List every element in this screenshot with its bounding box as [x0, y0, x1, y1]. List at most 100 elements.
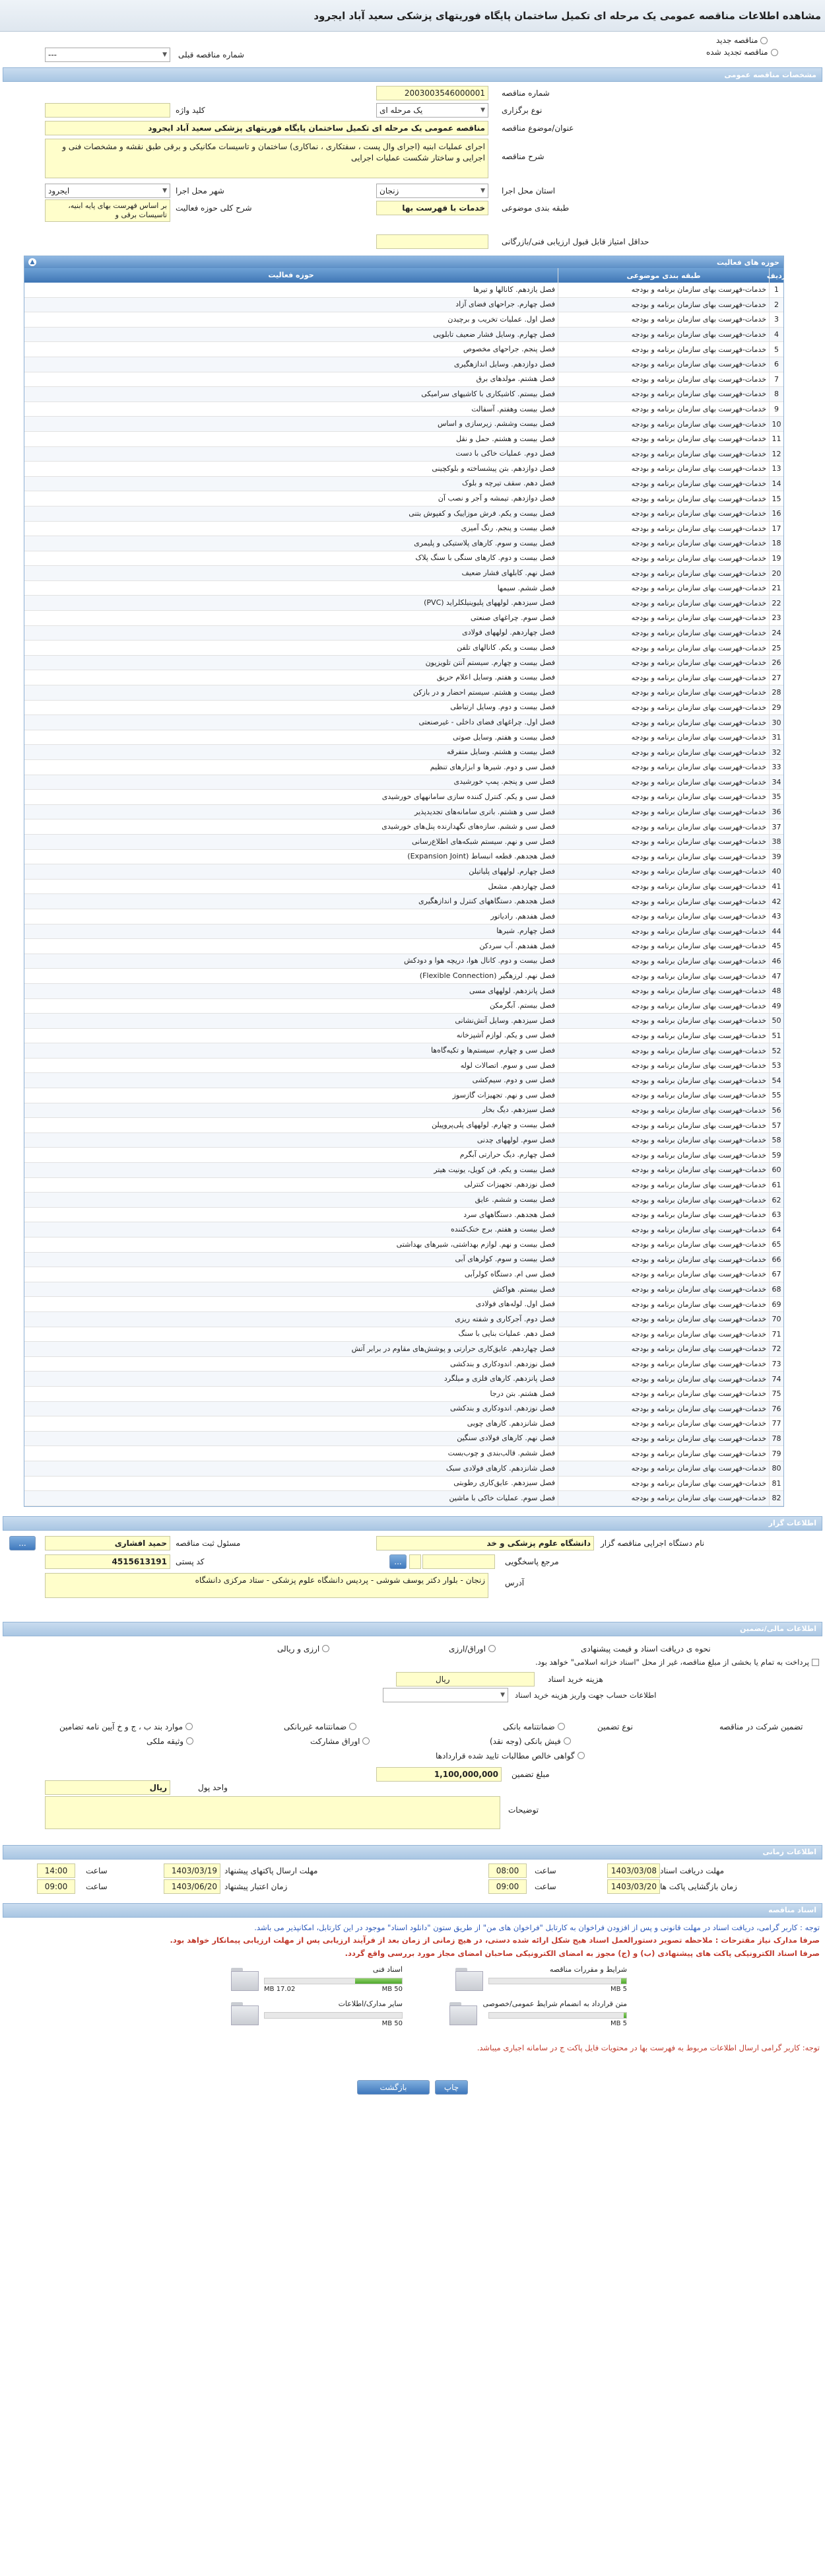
- table-row[interactable]: 74 خدمات-فهرست بهای سازمان برنامه و بودجه…: [24, 1372, 783, 1387]
- notes-field[interactable]: [45, 1795, 500, 1829]
- table-row[interactable]: 6 خدمات-فهرست بهای سازمان برنامه و بودجه ف…: [24, 357, 783, 372]
- table-row[interactable]: 50 خدمات-فهرست بهای سازمان برنامه و بودجه…: [24, 1014, 783, 1029]
- table-row[interactable]: 56 خدمات-فهرست بهای سازمان برنامه و بودجه…: [24, 1103, 783, 1119]
- table-row[interactable]: 48 خدمات-فهرست بهای سازمان برنامه و بودجه…: [24, 983, 783, 999]
- table-row[interactable]: 64 خدمات-فهرست بهای سازمان برنامه و بودجه…: [24, 1222, 783, 1237]
- table-row[interactable]: 1 خدمات-فهرست بهای سازمان برنامه و بودجه ف…: [24, 283, 783, 298]
- doc-item[interactable]: سایر مدارک/اطلاعات 50 MB: [198, 2000, 403, 2027]
- table-row[interactable]: 69 خدمات-فهرست بهای سازمان برنامه و بودجه…: [24, 1297, 783, 1312]
- table-row[interactable]: 28 خدمات-فهرست بهای سازمان برنامه و بودجه…: [24, 685, 783, 701]
- renewed-tender-radio[interactable]: مناقصه تجدید شده: [706, 48, 778, 57]
- table-row[interactable]: 75 خدمات-فهرست بهای سازمان برنامه و بودجه…: [24, 1386, 783, 1402]
- col-class[interactable]: طبقه بندی موضوعی: [558, 268, 769, 283]
- table-row[interactable]: 53 خدمات-فهرست بهای سازمان برنامه و بودجه…: [24, 1058, 783, 1074]
- table-row[interactable]: 33 خدمات-فهرست بهای سازمان برنامه و بودجه…: [24, 760, 783, 775]
- table-row[interactable]: 19 خدمات-فهرست بهای سازمان برنامه و بودجه…: [24, 551, 783, 567]
- table-row[interactable]: 67 خدمات-فهرست بهای سازمان برنامه و بودجه…: [24, 1267, 783, 1282]
- table-row[interactable]: 60 خدمات-فهرست بهای سازمان برنامه و بودجه…: [24, 1163, 783, 1178]
- table-row[interactable]: 11 خدمات-فهرست بهای سازمان برنامه و بودجه…: [24, 431, 783, 447]
- keyword-field[interactable]: [45, 103, 170, 118]
- table-row[interactable]: 14 خدمات-فهرست بهای سازمان برنامه و بودجه…: [24, 476, 783, 492]
- table-row[interactable]: 22 خدمات-فهرست بهای سازمان برنامه و بودجه…: [24, 596, 783, 611]
- table-row[interactable]: 61 خدمات-فهرست بهای سازمان برنامه و بودجه…: [24, 1177, 783, 1193]
- table-row[interactable]: 51 خدمات-فهرست بهای سازمان برنامه و بودجه…: [24, 1028, 783, 1044]
- pay-note-checkbox[interactable]: [812, 1658, 819, 1668]
- reference-field[interactable]: [422, 1554, 495, 1569]
- validity-time[interactable]: 09:00: [37, 1879, 75, 1894]
- table-row[interactable]: 40 خدمات-فهرست بهای سازمان برنامه و بودجه…: [24, 864, 783, 880]
- table-row[interactable]: 31 خدمات-فهرست بهای سازمان برنامه و بودجه…: [24, 730, 783, 746]
- table-row[interactable]: 72 خدمات-فهرست بهای سازمان برنامه و بودجه…: [24, 1342, 783, 1357]
- receive-paper-radio[interactable]: اوراق/ارزی: [449, 1644, 496, 1654]
- table-row[interactable]: 55 خدمات-فهرست بهای سازمان برنامه و بودجه…: [24, 1088, 783, 1103]
- table-row[interactable]: 63 خدمات-فهرست بهای سازمان برنامه و بودجه…: [24, 1207, 783, 1223]
- g-nonbank-checkbox[interactable]: ضمانتنامه غیربانکی: [284, 1722, 357, 1731]
- table-row[interactable]: 18 خدمات-فهرست بهای سازمان برنامه و بودجه…: [24, 536, 783, 551]
- table-row[interactable]: 2 خدمات-فهرست بهای سازمان برنامه و بودجه ف…: [24, 297, 783, 313]
- table-row[interactable]: 76 خدمات-فهرست بهای سازمان برنامه و بودجه…: [24, 1401, 783, 1417]
- table-row[interactable]: 12 خدمات-فهرست بهای سازمان برنامه و بودجه…: [24, 446, 783, 462]
- table-row[interactable]: 59 خدمات-فهرست بهای سازمان برنامه و بودجه…: [24, 1148, 783, 1164]
- g-bank-checkbox[interactable]: ضمانتنامه بانکی: [503, 1722, 565, 1731]
- table-row[interactable]: 52 خدمات-فهرست بهای سازمان برنامه و بودجه…: [24, 1043, 783, 1059]
- table-row[interactable]: 81 خدمات-فهرست بهای سازمان برنامه و بودجه…: [24, 1476, 783, 1492]
- table-row[interactable]: 78 خدمات-فهرست بهای سازمان برنامه و بودجه…: [24, 1431, 783, 1447]
- submit-deadline-date[interactable]: 1403/03/19: [164, 1863, 220, 1878]
- open-time[interactable]: 09:00: [488, 1879, 527, 1894]
- folder-icon[interactable]: [230, 2000, 259, 2026]
- table-row[interactable]: 20 خدمات-فهرست بهای سازمان برنامه و بودجه…: [24, 566, 783, 581]
- table-row[interactable]: 34 خدمات-فهرست بهای سازمان برنامه و بودجه…: [24, 775, 783, 790]
- table-row[interactable]: 39 خدمات-فهرست بهای سازمان برنامه و بودجه…: [24, 849, 783, 865]
- doc-item[interactable]: اسناد فنی 50 MB 17.02 MB: [198, 1965, 403, 1993]
- col-rad[interactable]: ردیف: [767, 268, 786, 283]
- table-row[interactable]: 71 خدمات-فهرست بهای سازمان برنامه و بودجه…: [24, 1327, 783, 1342]
- receive-deadline-time[interactable]: 08:00: [488, 1863, 527, 1878]
- g-claims-checkbox[interactable]: گواهی خالص مطالبات تایید شده قراردادها: [436, 1751, 585, 1760]
- reference-code[interactable]: [409, 1554, 421, 1569]
- table-row[interactable]: 4 خدمات-فهرست بهای سازمان برنامه و بودجه ف…: [24, 327, 783, 343]
- responsible-field[interactable]: حمید افشاری: [45, 1535, 170, 1550]
- table-row[interactable]: 54 خدمات-فهرست بهای سازمان برنامه و بودجه…: [24, 1073, 783, 1089]
- responsible-lookup-button[interactable]: ...: [9, 1535, 36, 1550]
- unit-field[interactable]: ریال: [45, 1780, 170, 1795]
- table-row[interactable]: 43 خدمات-فهرست بهای سازمان برنامه و بودجه…: [24, 909, 783, 924]
- table-row[interactable]: 30 خدمات-فهرست بهای سازمان برنامه و بودجه…: [24, 715, 783, 730]
- prev-number-select[interactable]: ▼ ---: [45, 48, 170, 62]
- table-row[interactable]: 82 خدمات-فهرست بهای سازمان برنامه و بودجه…: [24, 1491, 783, 1506]
- table-row[interactable]: 38 خدمات-فهرست بهای سازمان برنامه و بودجه…: [24, 834, 783, 850]
- table-row[interactable]: 10 خدمات-فهرست بهای سازمان برنامه و بودجه…: [24, 417, 783, 432]
- device-field[interactable]: دانشگاه علوم پزشکی و خد: [376, 1535, 594, 1550]
- folder-icon[interactable]: [230, 1965, 259, 1992]
- table-row[interactable]: 25 خدمات-فهرست بهای سازمان برنامه و بودجه…: [24, 641, 783, 656]
- table-row[interactable]: 41 خدمات-فهرست بهای سازمان برنامه و بودجه…: [24, 879, 783, 895]
- back-button[interactable]: بازگشت: [357, 2079, 430, 2095]
- doc-item[interactable]: شرایط و مقررات مناقصه 5 MB: [422, 1965, 627, 1993]
- table-row[interactable]: 37 خدمات-فهرست بهای سازمان برنامه و بودجه…: [24, 819, 783, 835]
- field-summary[interactable]: بر اساس فهرست بهای پایه ابنیه، تاسیسات ب…: [45, 199, 170, 222]
- collapse-icon[interactable]: ▲: [28, 258, 36, 266]
- folder-icon[interactable]: [454, 1965, 483, 1992]
- table-row[interactable]: 68 خدمات-فهرست بهای سازمان برنامه و بودجه…: [24, 1282, 783, 1298]
- table-row[interactable]: 70 خدمات-فهرست بهای سازمان برنامه و بودجه…: [24, 1311, 783, 1327]
- table-row[interactable]: 13 خدمات-فهرست بهای سازمان برنامه و بودجه…: [24, 462, 783, 477]
- table-row[interactable]: 8 خدمات-فهرست بهای سازمان برنامه و بودجه ف…: [24, 387, 783, 402]
- min-score-field[interactable]: [376, 234, 488, 249]
- amount-field[interactable]: 1,100,000,000: [376, 1766, 502, 1782]
- table-row[interactable]: 58 خدمات-فهرست بهای سازمان برنامه و بودجه…: [24, 1132, 783, 1148]
- cost-field[interactable]: [396, 1671, 535, 1687]
- g-cash-checkbox[interactable]: فیش بانکی (وجه نقد): [490, 1737, 571, 1746]
- postal-field[interactable]: 4515613191: [45, 1554, 170, 1569]
- address-field[interactable]: زنجان - بلوار دکتر یوسف شوشی - پردیس دان…: [45, 1572, 488, 1598]
- open-date[interactable]: 1403/03/20: [607, 1879, 660, 1894]
- print-button[interactable]: چاپ: [435, 2079, 468, 2095]
- table-row[interactable]: 29 خدمات-فهرست بهای سازمان برنامه و بودجه…: [24, 700, 783, 716]
- new-tender-radio[interactable]: مناقصه جدید: [716, 36, 768, 45]
- table-row[interactable]: 46 خدمات-فهرست بهای سازمان برنامه و بودجه…: [24, 954, 783, 969]
- g-clause-checkbox[interactable]: موارد بند ب ، ج و خ آیین نامه تضامین: [59, 1722, 193, 1731]
- province-select[interactable]: ▼ زنجان: [376, 184, 488, 198]
- table-row[interactable]: 77 خدمات-فهرست بهای سازمان برنامه و بودجه…: [24, 1416, 783, 1432]
- table-row[interactable]: 57 خدمات-فهرست بهای سازمان برنامه و بودجه…: [24, 1118, 783, 1133]
- validity-date[interactable]: 1403/06/20: [164, 1879, 220, 1894]
- table-row[interactable]: 27 خدمات-فهرست بهای سازمان برنامه و بودجه…: [24, 670, 783, 686]
- table-row[interactable]: 45 خدمات-فهرست بهای سازمان برنامه و بودجه…: [24, 939, 783, 954]
